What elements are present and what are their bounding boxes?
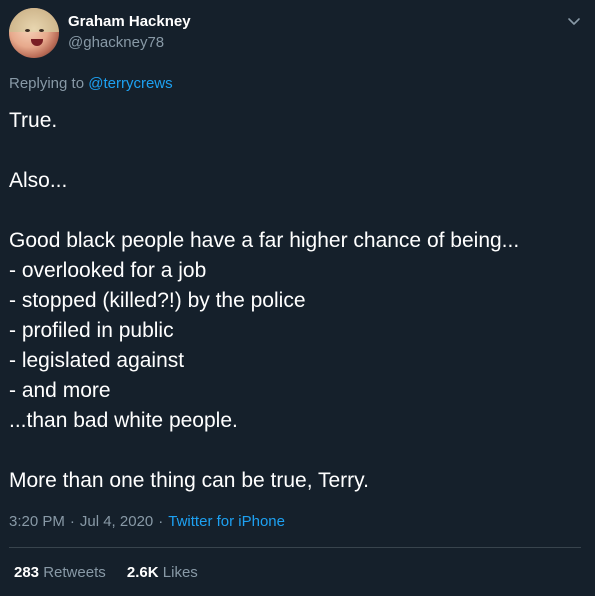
tweet-card: Graham Hackney @ghackney78 Replying to @… (0, 0, 595, 596)
tweet-line: More than one thing can be true, Terry. (9, 469, 369, 492)
tweet-line-break (9, 196, 587, 226)
chevron-down-icon[interactable] (566, 13, 582, 29)
author-handle[interactable]: @ghackney78 (68, 34, 164, 51)
tweet-line: - legislated against (9, 349, 185, 372)
replying-to: Replying to @terrycrews (9, 75, 173, 92)
tweet-line: - overlooked for a job (9, 259, 207, 282)
avatar-hair (9, 8, 59, 32)
avatar-mouth (31, 39, 43, 46)
tweet-stats: 283 Retweets 2.6K Likes (14, 564, 198, 581)
likes-count: 2.6K (126, 564, 159, 581)
tweet-line: - profiled in public (9, 319, 174, 342)
tweet-line-break (9, 136, 587, 166)
tweet-line: Good black people have a far higher chan… (9, 229, 520, 252)
tweet-time[interactable]: 3:20 PM (9, 513, 65, 530)
tweet-line: - and more (9, 379, 111, 402)
reply-to-link[interactable]: @terrycrews (88, 75, 172, 92)
tweet-line: True. (9, 109, 58, 132)
tweet-line: - stopped (killed?!) by the police (9, 289, 306, 312)
tweet-line-break (9, 436, 587, 466)
retweets-stat[interactable]: 283 Retweets (14, 564, 110, 581)
avatar[interactable] (9, 8, 59, 58)
tweet-line: ...than bad white people. (9, 409, 238, 432)
tweet-meta: 3:20 PM · Jul 4, 2020 · Twitter for iPhone (9, 513, 285, 530)
avatar-eye-right (39, 29, 44, 32)
divider (9, 547, 581, 548)
meta-separator: · (69, 513, 75, 530)
retweets-count: 283 (14, 564, 40, 581)
avatar-eye-left (25, 29, 30, 32)
tweet-source-link[interactable]: Twitter for iPhone (168, 513, 285, 530)
replying-to-prefix: Replying to (9, 75, 85, 92)
tweet-date[interactable]: Jul 4, 2020 (80, 513, 153, 530)
likes-label: Likes (162, 564, 198, 581)
likes-stat[interactable]: 2.6K Likes (127, 564, 198, 581)
author-name[interactable]: Graham Hackney (68, 13, 191, 30)
retweets-label: Retweets (43, 564, 106, 581)
tweet-text: True. Also... Good black people have a f… (9, 106, 587, 496)
meta-separator: · (158, 513, 164, 530)
tweet-line: Also... (9, 169, 68, 192)
